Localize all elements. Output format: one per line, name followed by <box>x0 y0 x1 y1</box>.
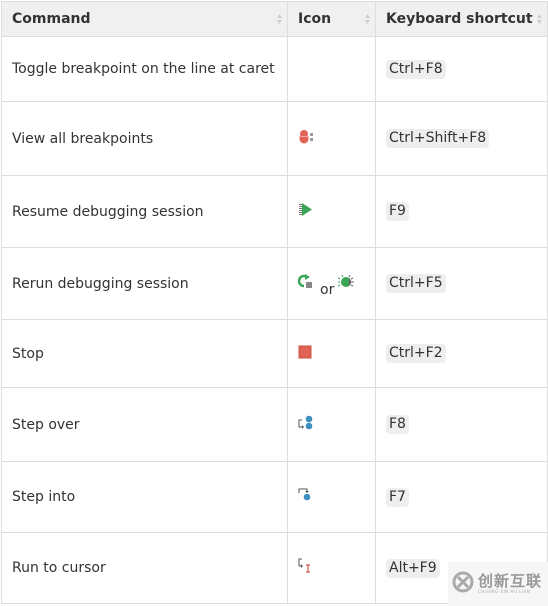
command-cell: Step into <box>1 461 288 533</box>
table-row: Step over F8 <box>1 387 548 462</box>
icon-cell <box>287 36 376 102</box>
column-header-label: Command <box>12 11 91 27</box>
debugger-shortcuts-table: Command Icon Keyboard shortcut Toggle br… <box>1 1 548 604</box>
shortcut-key: Ctrl+F5 <box>386 274 446 293</box>
column-header-icon[interactable]: Icon <box>287 1 376 37</box>
watermark-subtext: CHUANG XIN HU LIAN <box>478 589 531 594</box>
command-cell: Resume debugging session <box>1 175 288 248</box>
step-into-icon <box>298 487 314 507</box>
shortcut-key: Ctrl+F2 <box>386 344 446 363</box>
shortcut-cell: F9 <box>375 175 548 248</box>
stop-icon <box>298 345 312 363</box>
shortcut-cell: F7 <box>375 461 548 533</box>
run-to-cursor-icon <box>298 558 314 578</box>
icon-cell <box>287 461 376 533</box>
shortcut-key: F9 <box>386 202 409 221</box>
shortcut-cell: Ctrl+F8 <box>375 36 548 102</box>
table-row: Stop Ctrl+F2 <box>1 319 548 388</box>
icon-cell <box>287 101 376 176</box>
table-row: Step into F7 <box>1 461 548 533</box>
watermark-logo-icon <box>452 571 474 597</box>
watermark-text: 创新互联 <box>478 572 543 590</box>
icon-separator: or <box>320 281 335 298</box>
command-cell: Rerun debugging session <box>1 247 288 320</box>
icon-cell <box>287 387 376 462</box>
column-header-label: Icon <box>298 11 332 27</box>
command-cell: Toggle breakpoint on the line at caret <box>1 36 288 102</box>
view-breakpoints-icon <box>298 129 316 149</box>
command-cell: Stop <box>1 319 288 388</box>
shortcut-key: F8 <box>386 415 409 434</box>
resume-icon <box>298 202 316 222</box>
shortcut-key: F7 <box>386 487 409 507</box>
command-cell: Step over <box>1 387 288 462</box>
table-row: Resume debugging session F9 <box>1 175 548 248</box>
shortcut-key: Ctrl+Shift+F8 <box>386 129 490 148</box>
table-row: Rerun debugging session or Ctrl+F5 <box>1 247 548 320</box>
icon-cell: or <box>287 247 376 320</box>
command-cell: View all breakpoints <box>1 101 288 176</box>
shortcut-key: Alt+F9 <box>386 558 440 578</box>
column-header-command[interactable]: Command <box>1 1 288 37</box>
table-row: Toggle breakpoint on the line at caret C… <box>1 36 548 102</box>
rerun-icon <box>297 273 314 294</box>
shortcut-cell: Ctrl+F5 <box>375 247 548 320</box>
watermark: 创新互联 CHUANG XIN HU LIAN <box>448 562 548 606</box>
shortcut-key: Ctrl+F8 <box>386 59 446 79</box>
table-row: View all breakpoints Ctrl+Shift+F8 <box>1 101 548 176</box>
debug-bug-icon <box>338 274 355 293</box>
shortcut-cell: Ctrl+Shift+F8 <box>375 101 548 176</box>
table-header-row: Command Icon Keyboard shortcut <box>1 1 548 37</box>
icon-cell <box>287 175 376 248</box>
shortcut-cell: F8 <box>375 387 548 462</box>
column-header-shortcut[interactable]: Keyboard shortcut <box>375 1 548 37</box>
icon-cell <box>287 532 376 604</box>
icon-cell <box>287 319 376 388</box>
sort-icon[interactable] <box>364 13 371 25</box>
sort-icon[interactable] <box>276 13 283 25</box>
sort-icon[interactable] <box>536 13 543 25</box>
step-over-icon <box>298 415 314 435</box>
command-cell: Run to cursor <box>1 532 288 604</box>
column-header-label: Keyboard shortcut <box>386 11 533 27</box>
shortcut-cell: Ctrl+F2 <box>375 319 548 388</box>
